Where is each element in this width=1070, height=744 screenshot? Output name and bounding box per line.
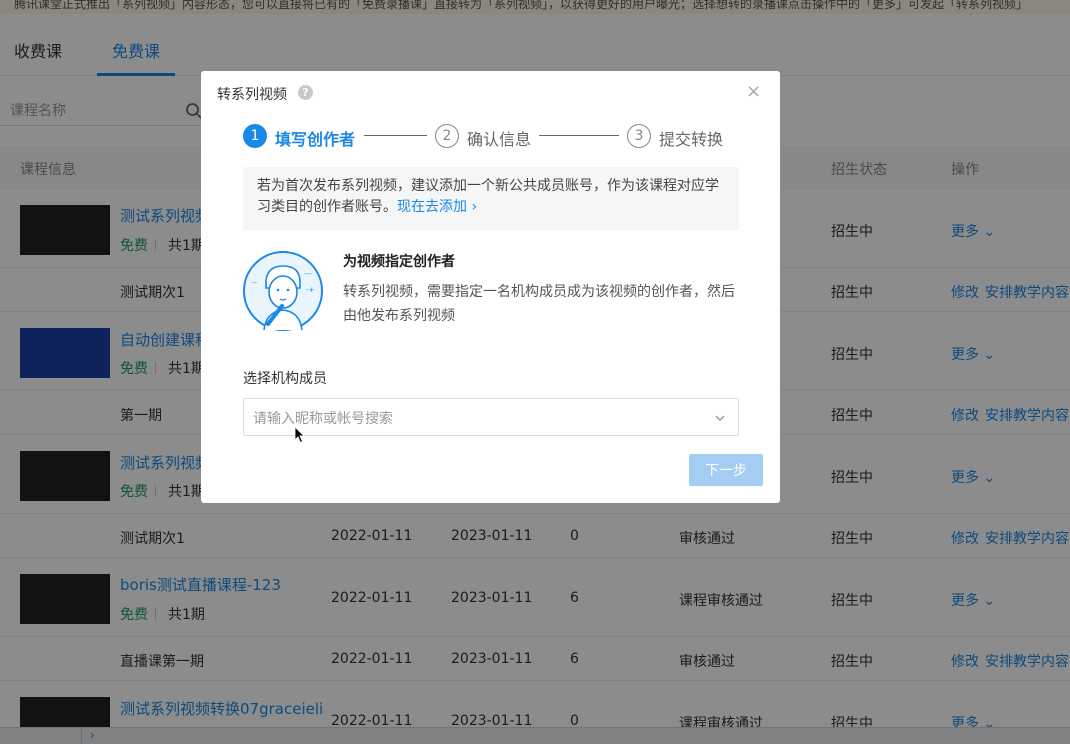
step-1-number: 1 — [243, 124, 267, 148]
member-select[interactable]: 请输入昵称或帐号搜索 — [243, 398, 739, 436]
step-2-number: 2 — [435, 124, 459, 148]
creator-illustration-icon: -- --- -+ — [243, 251, 323, 331]
add-member-link-label: 现在去添加 — [397, 199, 467, 215]
assign-creator-title: 为视频指定创作者 — [343, 254, 455, 270]
convert-series-video-dialog: 转系列视频 ? × 1 填写创作者 2 确认信息 3 提交转换 若为首次发布系列… — [201, 71, 780, 503]
step-connector — [364, 135, 427, 136]
svg-text:--: -- — [252, 279, 258, 287]
svg-text:-+: -+ — [306, 286, 315, 294]
mouse-cursor-icon — [294, 426, 305, 444]
help-icon[interactable]: ? — [298, 85, 313, 100]
step-1-label: 填写创作者 — [275, 130, 356, 149]
step-2-label: 确认信息 — [467, 130, 532, 149]
tip-message: 若为首次发布系列视频，建议添加一个新公共成员账号，作为该课程对应学习类目的创作者… — [257, 178, 719, 215]
step-connector — [539, 135, 619, 136]
tip-box: 若为首次发布系列视频，建议添加一个新公共成员账号，作为该课程对应学习类目的创作者… — [243, 167, 739, 230]
close-icon[interactable]: × — [746, 83, 761, 101]
member-select-label: 选择机构成员 — [243, 371, 327, 387]
step-3-label: 提交转换 — [659, 130, 724, 149]
chevron-right-icon: › — [471, 199, 478, 215]
member-select-placeholder: 请输入昵称或帐号搜索 — [253, 411, 393, 427]
assign-creator-description: 转系列视频，需要指定一名机构成员成为该视频的创作者，然后由他发布系列视频 — [343, 284, 735, 324]
tip-text: 若为首次发布系列视频，建议添加一个新公共成员账号，作为该课程对应学习类目的创作者… — [257, 176, 727, 218]
add-member-link[interactable]: 现在去添加 › — [397, 199, 477, 215]
chevron-down-icon — [715, 415, 725, 421]
next-step-button[interactable]: 下一步 — [689, 454, 763, 486]
step-3-number: 3 — [627, 124, 651, 148]
svg-text:---: --- — [304, 270, 312, 278]
dialog-title: 转系列视频 — [217, 87, 287, 103]
